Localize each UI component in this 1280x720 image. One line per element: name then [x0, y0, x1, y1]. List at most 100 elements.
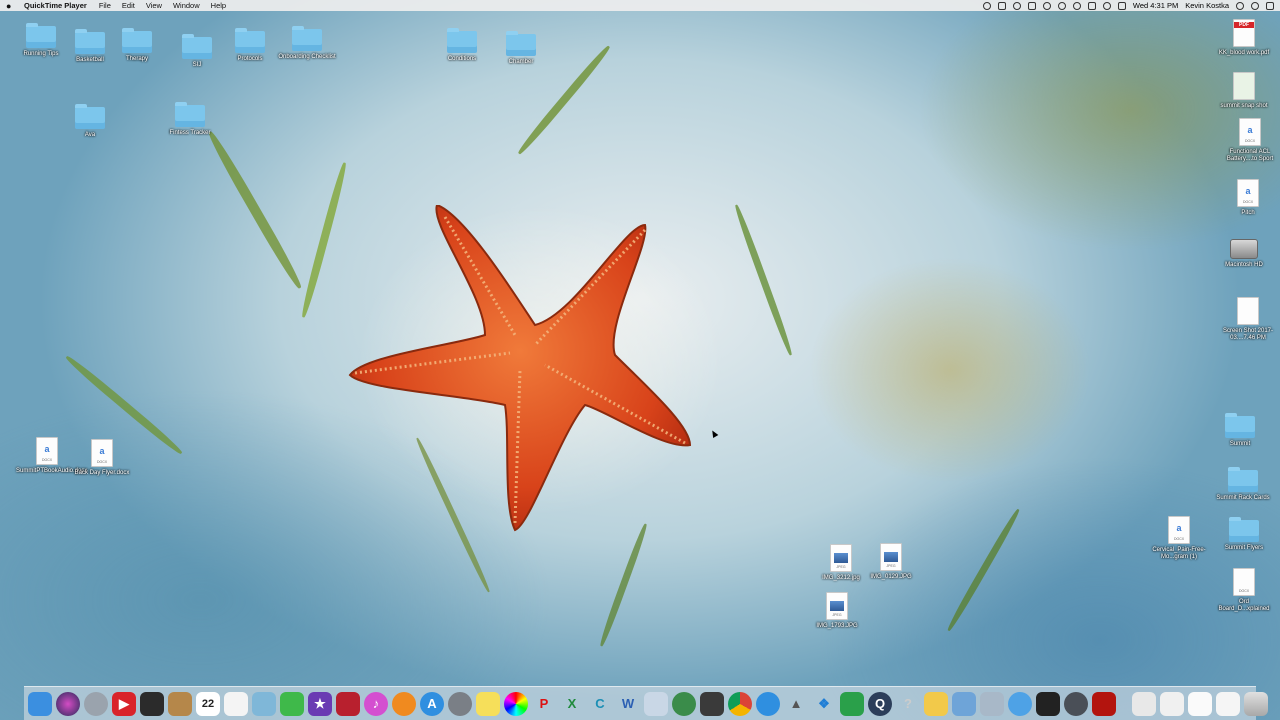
acrobat-icon[interactable]: [1092, 691, 1116, 716]
messages-icon[interactable]: [924, 691, 948, 716]
bluetooth-icon[interactable]: [1057, 1, 1066, 10]
word-doc-icon: a DOCX: [1239, 118, 1261, 146]
apple-menu-icon[interactable]: ●: [6, 1, 14, 10]
file-img-1793[interactable]: JPEG IMG_1793.JPG: [806, 592, 868, 630]
macintosh-hd[interactable]: Macintosh HD: [1213, 233, 1275, 269]
hard-drive-icon: [1230, 239, 1258, 259]
folder-icon: [1228, 467, 1258, 492]
airdrop-icon[interactable]: ▲: [784, 692, 808, 716]
stickies-icon[interactable]: [224, 691, 248, 716]
word-doc-icon: a DOCX: [36, 437, 58, 465]
cube-icon[interactable]: [1036, 691, 1060, 716]
clock-text[interactable]: Wed 4:31 PM: [1133, 1, 1178, 10]
c-app-icon[interactable]: C: [588, 692, 612, 716]
wifi-icon[interactable]: [1072, 1, 1081, 10]
color-picker-icon[interactable]: [504, 691, 528, 716]
folder-ava[interactable]: Ava: [59, 104, 121, 139]
file-img-0129[interactable]: JPEG IMG_0129.JPG: [860, 543, 922, 581]
image-file-icon: [1233, 72, 1255, 100]
menu-edit[interactable]: Edit: [122, 1, 135, 10]
minimized-window-3[interactable]: [1188, 691, 1212, 716]
word-icon[interactable]: W: [616, 692, 640, 716]
menu-view[interactable]: View: [146, 1, 162, 10]
network-icon[interactable]: [672, 691, 696, 716]
screenshot-file-icon: [1237, 297, 1259, 325]
minimized-window-1[interactable]: [1132, 691, 1156, 716]
folder-summit-rack-cards[interactable]: Summit Rack Cards: [1212, 467, 1274, 502]
system-preferences-icon[interactable]: [448, 691, 472, 716]
airplay-icon[interactable]: [1027, 1, 1036, 10]
record-icon[interactable]: [982, 1, 991, 10]
mail-icon[interactable]: [952, 691, 976, 716]
file-summitpt-book-audio[interactable]: a DOCX SummitPTBookAudio.docx: [16, 437, 87, 475]
youtube-icon[interactable]: ▶: [112, 691, 136, 716]
seagrass-8: [597, 522, 650, 648]
folder-fintess-tracker[interactable]: Fintess Tracker: [159, 102, 221, 137]
notes-app-icon[interactable]: [168, 691, 192, 716]
app-icon[interactable]: [1064, 691, 1088, 716]
time-machine-icon[interactable]: [1042, 1, 1051, 10]
chat-icon[interactable]: [1008, 691, 1032, 716]
itunes-icon[interactable]: ♪: [364, 691, 388, 716]
finder-icon[interactable]: [28, 691, 52, 716]
image-capture-icon[interactable]: [980, 691, 1004, 716]
photos-icon[interactable]: [336, 691, 360, 716]
file-kk-blood-work-pdf[interactable]: PDF KK_blood work.pdf: [1213, 19, 1275, 57]
folder-summit-flyers[interactable]: Summit Flyers: [1213, 517, 1275, 552]
spotlight-icon[interactable]: [1236, 1, 1244, 10]
file-ord-board[interactable]: DOCX Ord Board_D...xplained: [1213, 568, 1275, 613]
calendar-icon[interactable]: 22: [196, 691, 220, 716]
user-name[interactable]: Kevin Kostka: [1185, 1, 1229, 10]
dropbox-status-icon[interactable]: [997, 1, 1006, 10]
folder-summit[interactable]: Summit: [1209, 413, 1271, 448]
excel-icon[interactable]: X: [560, 692, 584, 716]
file-cervical-pain[interactable]: a DOCX Cervical_Pain-Free-Mo...gram (1): [1148, 516, 1210, 561]
ibooks-icon[interactable]: [392, 691, 416, 716]
volume-icon[interactable]: [1102, 1, 1111, 10]
photo-booth-icon[interactable]: [140, 691, 164, 716]
dropbox-icon[interactable]: ❖: [812, 692, 836, 716]
file-back-day-flyer[interactable]: a DOCX Back Day Flyer.docx: [71, 439, 133, 477]
menu-window[interactable]: Window: [173, 1, 200, 10]
help-icon[interactable]: ?: [896, 692, 920, 716]
folder-icon: [182, 34, 212, 59]
safari-icon[interactable]: [756, 691, 780, 716]
shield-icon[interactable]: [1012, 1, 1021, 10]
folder-onboarding-checklist[interactable]: Onboarding Checklist: [276, 26, 338, 61]
menu-help[interactable]: Help: [211, 1, 226, 10]
folder-icon: [235, 28, 265, 53]
minimized-window-2[interactable]: [1160, 691, 1184, 716]
file-screen-shot[interactable]: Screen Shot 2017-03....7.46 PM: [1217, 297, 1279, 342]
battery-icon[interactable]: [1117, 1, 1126, 10]
facetime-icon[interactable]: [280, 691, 304, 716]
display-icon[interactable]: [1087, 1, 1096, 10]
seagrass-1: [205, 129, 305, 291]
menu-app-name[interactable]: QuickTime Player: [24, 1, 87, 10]
app-store-icon[interactable]: A: [420, 691, 444, 716]
quicktime-icon[interactable]: Q: [868, 691, 892, 716]
jpeg-file-icon: JPEG: [830, 544, 852, 572]
siri-icon[interactable]: [56, 691, 80, 716]
file-pitch[interactable]: a DOCX Pitch: [1217, 179, 1279, 217]
siri-menubar-icon[interactable]: [1251, 1, 1259, 10]
file-functional-acl[interactable]: a DOCX Functional ACL Battery....to Sport: [1219, 118, 1280, 163]
trash-icon[interactable]: [1244, 691, 1268, 716]
pinterest-icon[interactable]: P: [532, 692, 556, 716]
preview-app-icon[interactable]: [644, 691, 668, 716]
minimized-window-4[interactable]: [1216, 691, 1240, 716]
numbers-icon[interactable]: [840, 691, 864, 716]
notification-center-icon[interactable]: [1266, 1, 1274, 10]
launchpad-icon[interactable]: [84, 691, 108, 716]
menu-file[interactable]: File: [99, 1, 111, 10]
folder-conditions[interactable]: Conditions: [431, 28, 493, 63]
preview-icon[interactable]: [252, 691, 276, 716]
imovie-icon[interactable]: ★: [308, 691, 332, 716]
folder-chamber[interactable]: Chamber: [490, 31, 552, 66]
notes-icon[interactable]: [476, 691, 500, 716]
folder-icon: [26, 23, 56, 48]
stickies-app-icon[interactable]: [700, 691, 724, 716]
folder-therapy[interactable]: Therapy: [106, 28, 168, 63]
chrome-icon[interactable]: [728, 691, 752, 716]
file-summit-snap-shot[interactable]: summit snap shot: [1213, 72, 1275, 110]
folder-protocols[interactable]: Protocols: [219, 28, 281, 63]
